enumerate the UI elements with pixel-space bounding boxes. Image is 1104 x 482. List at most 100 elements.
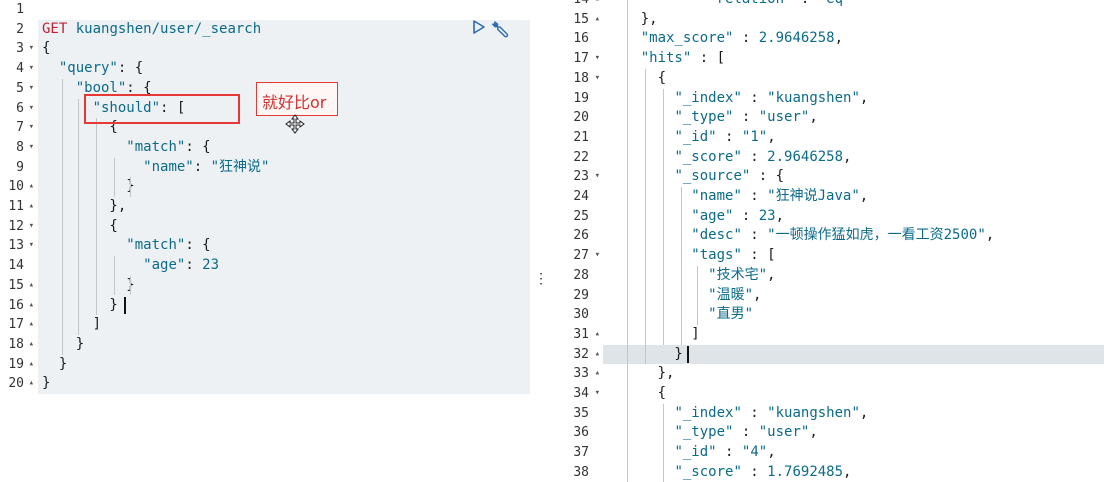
line-number: 7 ▾ [0, 118, 36, 138]
fold-arrow-up-icon[interactable]: ▴ [595, 0, 600, 10]
line-number: 1 [0, 0, 36, 20]
line-number: 31 ▴ [547, 325, 603, 345]
code-token: }, [607, 10, 658, 27]
code-token: : [716, 444, 742, 461]
response-line-gutter: 14 ▴ 15 ▴ 16 17 ▾ 18 ▾ 19 20 21 22 23 ▾ 24 25 26 27 ▾ 28 29 30… [547, 0, 603, 482]
fold-arrow-down-icon[interactable]: ▾ [29, 59, 34, 79]
indent-guide [62, 78, 63, 355]
line-number-text: 35 [573, 405, 589, 421]
run-request-button[interactable] [470, 19, 488, 39]
code-token: : [792, 0, 817, 7]
line-number: 28 [547, 266, 603, 286]
pane-divider[interactable] [532, 0, 544, 482]
line-number-text: 37 [573, 445, 589, 461]
code-token: } [42, 355, 68, 372]
code-token: "_type" [674, 109, 734, 126]
line-number: 18 ▴ [0, 335, 36, 355]
fold-arrow-down-icon[interactable]: ▾ [29, 79, 34, 99]
line-number: 3 ▾ [0, 39, 36, 59]
line-number: 34 ▾ [547, 384, 603, 404]
line-number-text: 3 [16, 41, 24, 57]
code-token: "技术宅" [708, 266, 768, 283]
fold-arrow-down-icon[interactable]: ▾ [595, 246, 600, 266]
fold-arrow-down-icon[interactable]: ▾ [595, 384, 600, 404]
fold-arrow-down-icon[interactable]: ▾ [29, 217, 34, 237]
fold-arrow-down-icon[interactable]: ▾ [29, 99, 34, 119]
fold-arrow-up-icon[interactable]: ▴ [29, 276, 34, 296]
text-caret [687, 346, 689, 364]
code-token: : { [185, 138, 211, 155]
indent-guide [78, 98, 79, 335]
code-token: : [741, 227, 768, 244]
code-line: "_index" : "kuangshen", [603, 89, 1104, 109]
line-number-text: 26 [573, 228, 589, 244]
fold-arrow-up-icon[interactable]: ▴ [29, 315, 34, 335]
fold-arrow-down-icon[interactable]: ▾ [29, 118, 34, 138]
line-number-text: 36 [573, 425, 589, 441]
line-number-text: 7 [16, 120, 24, 136]
line-number-text: 20 [573, 110, 589, 126]
fold-arrow-up-icon[interactable]: ▴ [29, 374, 34, 394]
request-settings-button[interactable] [491, 19, 513, 39]
fold-arrow-up-icon[interactable]: ▴ [29, 197, 34, 217]
code-token: : [185, 257, 203, 274]
code-line: } [38, 177, 530, 197]
wrench-icon [492, 21, 509, 38]
line-number: 30 [547, 305, 603, 325]
code-token: , [843, 148, 852, 165]
code-token: , [843, 463, 852, 480]
line-number: 2 [0, 20, 36, 40]
line-number-text: 32 [573, 346, 589, 362]
code-token: "name" [143, 158, 194, 175]
line-number: 14 ▴ [547, 0, 603, 10]
fold-arrow-up-icon[interactable]: ▴ [595, 345, 600, 365]
code-token: 2.9646258 [758, 30, 835, 47]
code-token: "_score" [674, 463, 742, 480]
fold-arrow-up-icon[interactable]: ▴ [29, 296, 34, 316]
indent-guide [114, 256, 115, 296]
line-number: 22 [547, 148, 603, 168]
code-token: { [42, 40, 51, 57]
code-line: "max_score" : 2.9646258, [603, 29, 1104, 49]
fold-arrow-down-icon[interactable]: ▾ [595, 69, 600, 89]
code-token: 2.9646258 [767, 148, 844, 165]
fold-arrow-down-icon[interactable]: ▾ [29, 39, 34, 59]
fold-arrow-up-icon[interactable]: ▴ [29, 355, 34, 375]
fold-arrow-down-icon[interactable]: ▾ [595, 167, 600, 187]
line-number: 25 [547, 207, 603, 227]
fold-arrow-down-icon[interactable]: ▾ [29, 138, 34, 158]
code-token: "_id" [674, 128, 717, 145]
play-icon [473, 20, 485, 34]
code-line: "match": { [38, 236, 530, 256]
indent-guide [96, 118, 97, 316]
fold-arrow-down-icon[interactable]: ▾ [29, 236, 34, 256]
response-viewer[interactable]: "relation" : "eq" }, "max_score" : 2.964… [603, 0, 1104, 482]
fold-arrow-down-icon[interactable]: ▾ [595, 49, 600, 69]
code-token: , [859, 404, 869, 421]
annotation-text: 就好比or [262, 93, 327, 112]
code-token: : [733, 424, 759, 441]
divider-drag-handle[interactable]: ⋮ [534, 272, 548, 286]
code-token: , [767, 128, 776, 145]
request-editor[interactable]: GET kuangshen/user/_search{ "query": { "… [38, 0, 530, 482]
fold-arrow-up-icon[interactable]: ▴ [595, 364, 600, 384]
code-token: : { [185, 237, 211, 254]
code-line: "name": "狂神说" [38, 158, 530, 178]
code-line: "技术宅", [603, 266, 1104, 286]
line-number: 17 ▾ [547, 49, 603, 69]
response-viewer-pane: 14 ▴ 15 ▴ 16 17 ▾ 18 ▾ 19 20 21 22 23 ▾ 24 25 26 27 ▾ 28 29 30… [547, 0, 1104, 482]
fold-arrow-up-icon[interactable]: ▴ [29, 177, 34, 197]
code-token: 1.7692485 [767, 463, 844, 480]
code-token: , [985, 227, 995, 244]
line-number-text: 10 [8, 179, 24, 195]
fold-arrow-up-icon[interactable]: ▴ [595, 10, 600, 30]
code-token: , [775, 207, 785, 224]
fold-arrow-up-icon[interactable]: ▴ [595, 325, 600, 345]
fold-arrow-up-icon[interactable]: ▴ [29, 335, 34, 355]
